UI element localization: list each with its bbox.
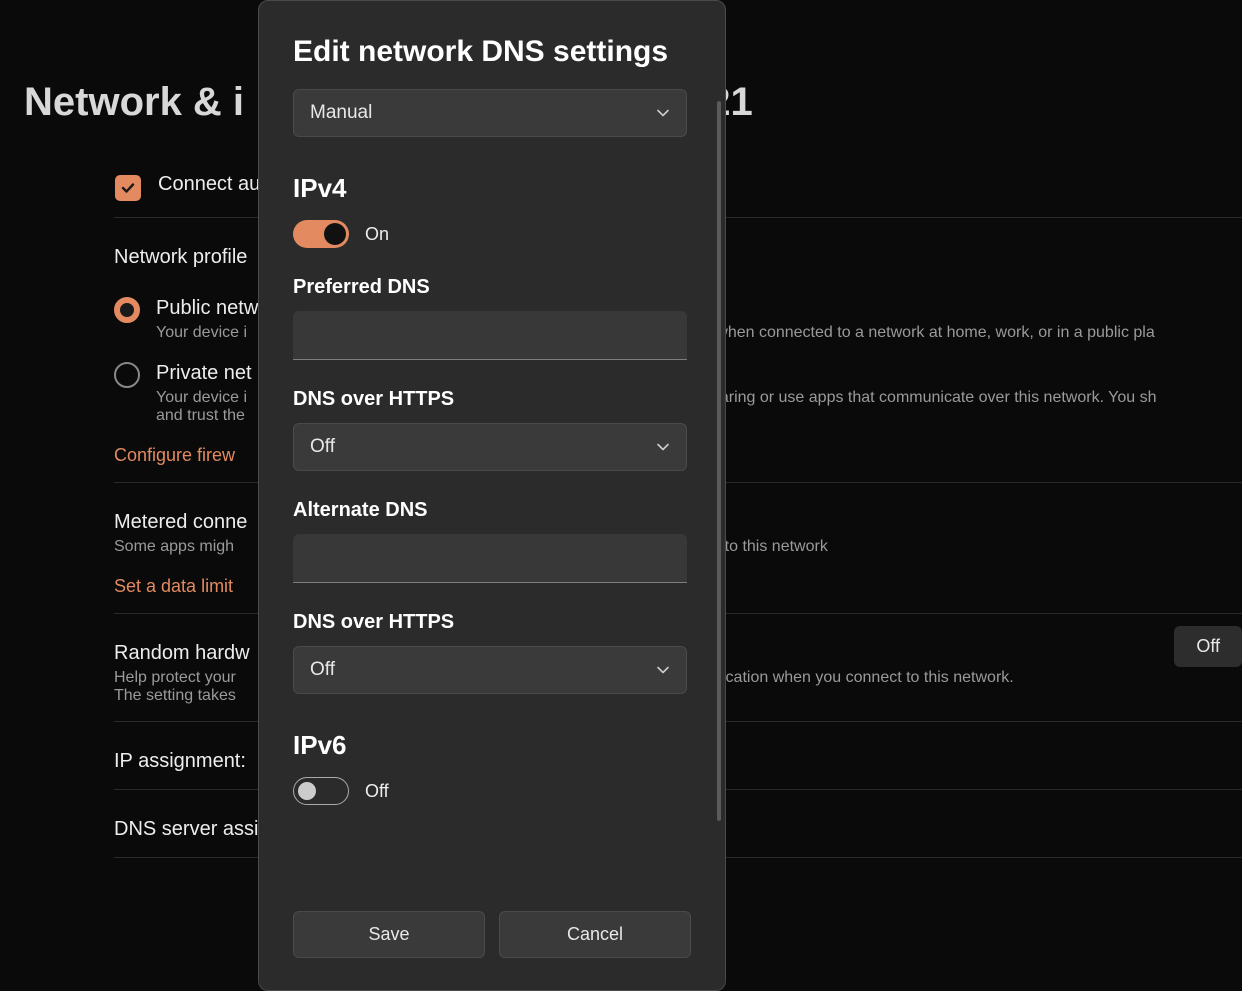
edit-dns-dialog: Edit network DNS settings Manual IPv4 On… xyxy=(258,0,726,991)
cancel-button[interactable]: Cancel xyxy=(499,911,691,958)
ipv4-toggle-label: On xyxy=(365,224,389,245)
ipv6-toggle[interactable] xyxy=(293,777,349,805)
ipv4-toggle[interactable] xyxy=(293,220,349,248)
dialog-title: Edit network DNS settings xyxy=(293,35,687,69)
doh-preferred-dropdown[interactable]: Off xyxy=(293,423,687,471)
preferred-dns-label: Preferred DNS xyxy=(293,276,687,299)
chevron-down-icon xyxy=(656,663,670,677)
private-network-radio[interactable] xyxy=(114,362,140,388)
public-network-radio[interactable] xyxy=(114,297,140,323)
doh-alternate-label: DNS over HTTPS xyxy=(293,611,687,634)
ipv6-heading: IPv6 xyxy=(293,730,687,761)
ipv6-toggle-label: Off xyxy=(365,781,389,802)
configure-firewall-link[interactable]: Configure firew xyxy=(114,445,235,466)
random-hw-dropdown[interactable]: Off xyxy=(1174,626,1242,667)
dialog-scrollbar[interactable] xyxy=(717,101,721,821)
doh-preferred-label: DNS over HTTPS xyxy=(293,388,687,411)
set-data-limit-link[interactable]: Set a data limit xyxy=(114,576,233,597)
doh-alternate-dropdown[interactable]: Off xyxy=(293,646,687,694)
chevron-down-icon xyxy=(656,440,670,454)
save-button[interactable]: Save xyxy=(293,911,485,958)
dns-mode-dropdown[interactable]: Manual xyxy=(293,89,687,137)
preferred-dns-input[interactable] xyxy=(293,311,687,360)
connect-auto-checkbox[interactable] xyxy=(115,175,141,201)
alternate-dns-input[interactable] xyxy=(293,534,687,583)
chevron-down-icon xyxy=(656,106,670,120)
dialog-footer: Save Cancel xyxy=(259,893,725,990)
alternate-dns-label: Alternate DNS xyxy=(293,499,687,522)
ipv4-heading: IPv4 xyxy=(293,173,687,204)
